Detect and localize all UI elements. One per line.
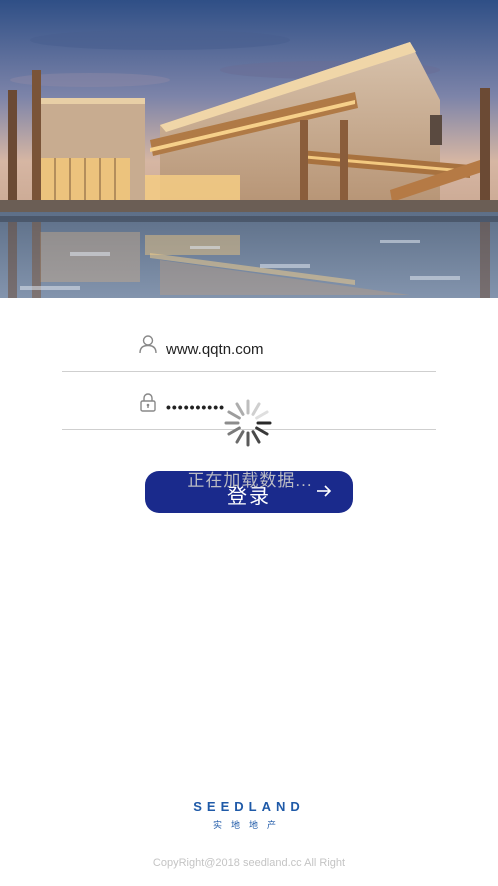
loading-spinner [222, 397, 274, 449]
username-input[interactable]: www.qqtn.com [166, 341, 264, 358]
spinner-spoke [251, 402, 261, 416]
username-field[interactable]: www.qqtn.com [62, 314, 436, 372]
svg-text:SEEDLAND: SEEDLAND [193, 799, 305, 814]
lock-icon [138, 392, 158, 412]
copyright-text: CopyRight@2018 seedland.cc All Right [152, 857, 346, 869]
spinner-spoke [255, 426, 269, 436]
loading-text: 正在加载数据... [187, 471, 313, 490]
seedland-logo: SEEDLAND 实地地产 [181, 798, 317, 832]
svg-text:实地地产: 实地地产 [213, 819, 285, 831]
spinner-spoke [255, 410, 269, 420]
spinner-spoke [235, 402, 245, 416]
user-icon [138, 334, 158, 354]
hero-banner-image [0, 0, 498, 298]
spinner-spoke [227, 410, 241, 420]
password-input[interactable]: •••••••••• [166, 399, 225, 415]
spinner-spoke [251, 430, 261, 444]
spinner-spoke [235, 430, 245, 444]
spinner-spoke [227, 426, 241, 436]
